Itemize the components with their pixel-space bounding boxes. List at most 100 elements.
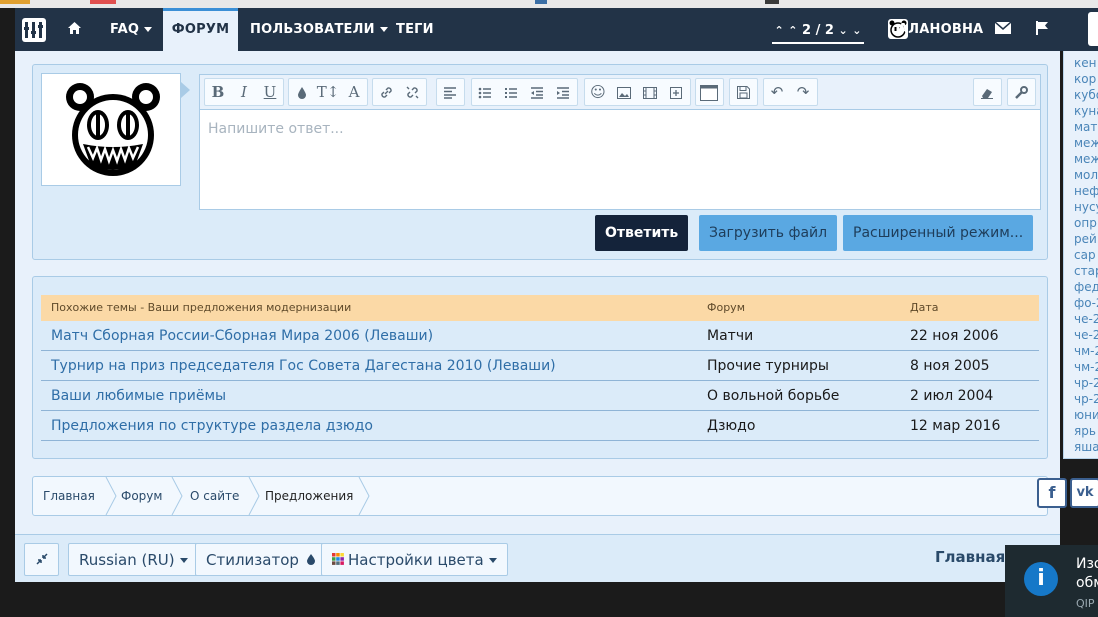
link-icon[interactable] [373, 79, 399, 105]
username-link[interactable]: АЛАНОВНА [898, 8, 983, 51]
tag-link[interactable]: рей [1064, 231, 1098, 247]
tag-link[interactable]: меж [1064, 135, 1098, 151]
tag-link[interactable]: че-2 [1064, 311, 1098, 327]
outdent-icon[interactable] [524, 79, 550, 105]
align-left-icon[interactable] [437, 79, 463, 105]
thread-date: 2 июл 2004 [910, 388, 994, 404]
font-family-icon[interactable]: A [341, 79, 367, 105]
tag-link[interactable]: кен [1064, 55, 1098, 71]
reply-placeholder: Напишите ответ... [208, 121, 344, 137]
tag-link[interactable]: опр [1064, 215, 1098, 231]
tag-link[interactable]: че-2 [1064, 327, 1098, 343]
thread-link[interactable]: Матч Сборная России-Сборная Мира 2006 (Л… [51, 321, 433, 351]
chevron-down-icon [379, 27, 388, 32]
notification-source: QIP [1076, 597, 1095, 610]
tag-link[interactable]: юни [1064, 407, 1098, 423]
notifications-button[interactable] [1035, 8, 1049, 51]
table-row: Матч Сборная России-Сборная Мира 2006 (Л… [41, 321, 1039, 351]
tag-link[interactable]: фо-2 [1064, 295, 1098, 311]
search-input[interactable]: По [1088, 12, 1098, 46]
tag-link[interactable]: кор [1064, 71, 1098, 87]
styler-button[interactable]: Стилизатор [195, 543, 326, 576]
eraser-icon[interactable] [974, 79, 1000, 105]
chevron-down-icon: ⌄ [838, 24, 848, 37]
template-icon[interactable] [696, 79, 722, 105]
avatar-pointer [181, 82, 190, 98]
tag-link[interactable]: стар [1064, 263, 1098, 279]
reply-editor[interactable]: B I U T↕ A ☺ ↶ ↷ Напишите ответ... [199, 74, 1041, 210]
tag-link[interactable]: мат [1064, 119, 1098, 135]
toolbar-group: T↕ A [288, 78, 368, 106]
thread-date: 12 мар 2016 [910, 418, 1001, 434]
site-logo[interactable] [22, 18, 46, 42]
image-icon[interactable] [611, 79, 637, 105]
messages-button[interactable] [994, 8, 1012, 51]
home-icon [68, 22, 81, 34]
tag-link[interactable]: меж [1064, 151, 1098, 167]
wrench-icon[interactable] [1008, 79, 1034, 105]
language-selector[interactable]: Russian (RU) [68, 543, 199, 576]
color-settings-button[interactable]: Настройки цвета [321, 543, 508, 576]
thread-link[interactable]: Предложения по структуре раздела дзюдо [51, 411, 373, 441]
toolbar-group [695, 78, 724, 106]
breadcrumb-separator [105, 477, 117, 515]
bold-icon[interactable]: B [205, 79, 231, 105]
reply-button[interactable]: Ответить [595, 215, 689, 251]
tag-link[interactable]: сар [1064, 247, 1098, 263]
italic-icon[interactable]: I [231, 79, 257, 105]
home-button[interactable] [67, 8, 87, 51]
breadcrumb-forum[interactable]: Форум [121, 477, 162, 515]
footer-home-link[interactable]: Главная [935, 548, 1005, 566]
nav-faq[interactable]: FAQ [110, 8, 153, 51]
breadcrumb-separator [248, 477, 260, 515]
tag-link[interactable]: нусу [1064, 199, 1098, 215]
unlink-icon[interactable] [399, 79, 425, 105]
tag-link[interactable]: неф [1064, 183, 1098, 199]
info-icon: i [1024, 562, 1058, 596]
save-icon[interactable] [730, 79, 756, 105]
indent-icon[interactable] [550, 79, 576, 105]
toolbar-group [973, 78, 1002, 106]
nav-tags[interactable]: ТЕГИ [396, 8, 434, 51]
tag-link[interactable]: чр-2 [1064, 375, 1098, 391]
breadcrumb-home[interactable]: Главная [43, 477, 95, 515]
nav-forum[interactable]: ФОРУМ [163, 8, 238, 51]
thread-link[interactable]: Турнир на приз председателя Гос Совета Д… [51, 351, 556, 381]
username: АЛАНОВНА [898, 22, 984, 37]
top-navbar: FAQ ФОРУМ ПОЛЬЗОВАТЕЛИ ТЕГИ ⌃ ⌃ 2 / 2 ⌄ … [15, 8, 1098, 51]
font-size-icon[interactable]: T↕ [315, 79, 341, 105]
upload-file-button[interactable]: Загрузить файл [699, 215, 838, 251]
browser-tab-mark [90, 0, 116, 4]
underline-icon[interactable]: U [257, 79, 283, 105]
advanced-mode-button[interactable]: Расширенный режим... [843, 215, 1034, 251]
thread-forum: О вольной борьбе [707, 388, 840, 404]
text-color-icon[interactable] [289, 79, 315, 105]
tag-link[interactable]: чм-2 [1064, 343, 1098, 359]
browser-tab-mark [0, 0, 30, 4]
tag-link[interactable]: яша [1064, 439, 1098, 455]
bullet-list-icon[interactable] [472, 79, 498, 105]
tag-link[interactable]: чм-2 [1064, 359, 1098, 375]
collapse-button[interactable] [24, 543, 59, 576]
breadcrumb-about[interactable]: О сайте [190, 477, 239, 515]
nav-forum-label: ФОРУМ [171, 22, 230, 37]
tag-link[interactable]: куна [1064, 103, 1098, 119]
facebook-share-button[interactable]: f [1037, 478, 1067, 508]
thread-link[interactable]: Ваши любимые приёмы [51, 381, 226, 411]
tag-link[interactable]: чр-2 [1064, 391, 1098, 407]
media-icon[interactable] [637, 79, 663, 105]
smiley-icon[interactable]: ☺ [585, 79, 611, 105]
qip-notification[interactable]: i Изо обм QIP [1005, 545, 1098, 617]
insert-icon[interactable] [663, 79, 689, 105]
undo-icon[interactable]: ↶ [764, 79, 790, 105]
tag-link[interactable]: ярь [1064, 423, 1098, 439]
vk-share-button[interactable]: vk [1070, 478, 1098, 508]
nav-users[interactable]: ПОЛЬЗОВАТЕЛИ [250, 8, 388, 51]
page-jump[interactable]: ⌃ ⌃ 2 / 2 ⌄ ⌄ [772, 20, 864, 44]
tag-link[interactable]: кубо [1064, 87, 1098, 103]
tag-link[interactable]: фед [1064, 279, 1098, 295]
table-row: Турнир на приз председателя Гос Совета Д… [41, 351, 1039, 381]
redo-icon[interactable]: ↷ [790, 79, 816, 105]
tag-link[interactable]: мол [1064, 167, 1098, 183]
numbered-list-icon[interactable] [498, 79, 524, 105]
